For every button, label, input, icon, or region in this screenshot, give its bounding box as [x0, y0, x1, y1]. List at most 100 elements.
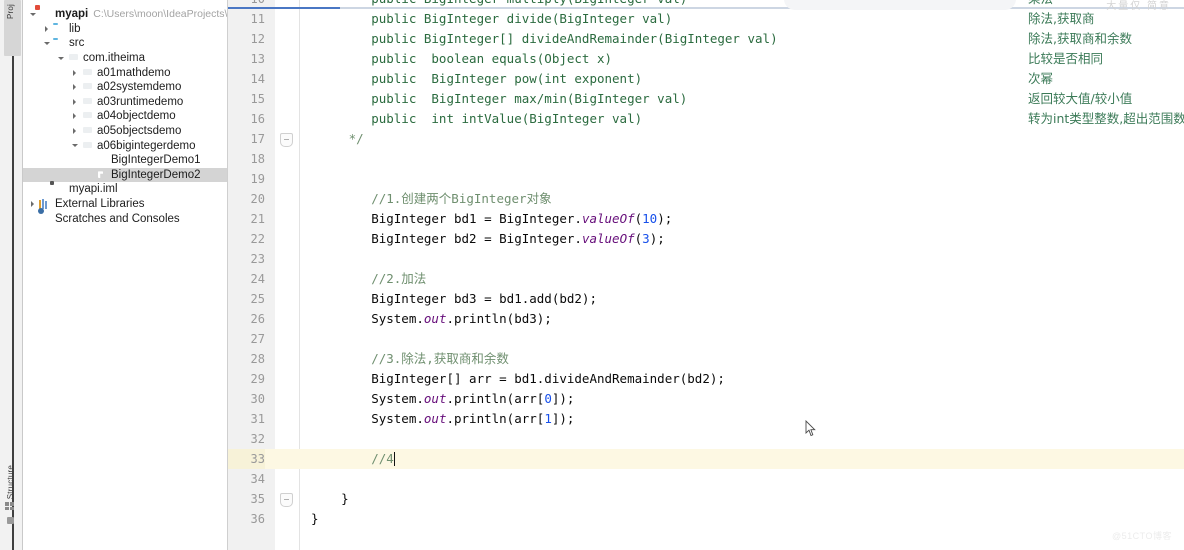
scratches-icon	[39, 213, 52, 224]
tree-item-lib[interactable]: lib	[23, 22, 227, 37]
line-number: 11	[250, 12, 265, 26]
tree-item-a05objectsdemo[interactable]: a05objectsdemo	[23, 124, 227, 139]
code-line-text: System.out.println(arr[1]);	[311, 411, 575, 426]
terminal-icon[interactable]	[7, 517, 14, 524]
package-icon	[81, 67, 94, 78]
tree-item-src[interactable]: src	[23, 36, 227, 51]
code-line[interactable]: 19	[228, 169, 1184, 189]
chevron-right-icon[interactable]	[71, 112, 80, 121]
line-number: 15	[250, 92, 265, 106]
code-line-text: public boolean equals(Object x)	[311, 51, 613, 66]
chevron-down-icon[interactable]	[71, 141, 80, 150]
tree-item-label: myapi.iml	[69, 183, 118, 196]
code-line[interactable]: 33 //4	[228, 449, 1184, 469]
code-line[interactable]: 16 public int intValue(BigInteger val) 转为…	[228, 109, 1184, 129]
line-number: 18	[250, 152, 265, 166]
module-icon	[39, 9, 52, 20]
code-line[interactable]: 22 BigInteger bd2 = BigInteger.valueOf(3…	[228, 229, 1184, 249]
code-line[interactable]: 15 public BigInteger max/min(BigInteger …	[228, 89, 1184, 109]
line-number: 17	[250, 132, 265, 146]
code-line-text: public BigInteger[] divideAndRemainder(B…	[311, 31, 778, 46]
line-number: 28	[250, 352, 265, 366]
code-line[interactable]: 35 }	[228, 489, 1184, 509]
code-line[interactable]: 21 BigInteger bd1 = BigInteger.valueOf(1…	[228, 209, 1184, 229]
package-icon	[81, 126, 94, 137]
code-line-text: //1.创建两个BigInteger对象	[311, 191, 552, 206]
watermark: @51CTO博客	[1112, 531, 1172, 541]
code-editor[interactable]: 10 public BigInteger multiply(BigInteger…	[228, 0, 1184, 550]
code-line-text: //4	[311, 451, 395, 466]
tree-item-external-libraries[interactable]: External Libraries	[23, 197, 227, 212]
line-number: 34	[250, 472, 265, 486]
code-line[interactable]: 36}	[228, 509, 1184, 529]
code-line[interactable]: 27	[228, 329, 1184, 349]
code-line[interactable]: 31 System.out.println(arr[1]);	[228, 409, 1184, 429]
chevron-right-icon[interactable]	[71, 127, 80, 136]
code-line-text: public BigInteger divide(BigInteger val)	[311, 11, 673, 26]
line-number: 31	[250, 412, 265, 426]
tree-item-label: lib	[69, 22, 81, 35]
iml-file-icon	[53, 184, 66, 195]
chevron-right-icon[interactable]	[71, 97, 80, 106]
tree-item-a03runtimedemo[interactable]: a03runtimedemo	[23, 95, 227, 110]
text-caret	[393, 452, 395, 466]
tree-item-scratches-and-consoles[interactable]: Scratches and Consoles	[23, 211, 227, 226]
code-fold-marker[interactable]	[280, 493, 293, 507]
chevron-down-icon[interactable]	[43, 39, 52, 48]
code-line[interactable]: 30 System.out.println(arr[0]);	[228, 389, 1184, 409]
code-line[interactable]: 34	[228, 469, 1184, 489]
tree-item-label: src	[69, 37, 85, 50]
tree-item-a02systemdemo[interactable]: a02systemdemo	[23, 80, 227, 95]
code-line[interactable]: 26 System.out.println(bd3);	[228, 309, 1184, 329]
chevron-right-icon[interactable]	[71, 68, 80, 77]
code-line[interactable]: 14 public BigInteger pow(int exponent) 次幂	[228, 69, 1184, 89]
chevron-down-icon[interactable]	[57, 54, 66, 63]
code-line[interactable]: 25 BigInteger bd3 = bd1.add(bd2);	[228, 289, 1184, 309]
code-line-text: public BigInteger multiply(BigInteger va…	[311, 0, 687, 9]
code-line-annotation: 次幂	[1028, 71, 1054, 86]
tree-item-myapi[interactable]: myapi C:\Users\moon\IdeaProjects\basic-co…	[23, 7, 227, 22]
line-number: 19	[250, 172, 265, 186]
code-lines-container[interactable]: 10 public BigInteger multiply(BigInteger…	[228, 0, 1184, 550]
chevron-down-icon[interactable]	[29, 10, 38, 19]
code-line[interactable]: 23	[228, 249, 1184, 269]
tree-item-myapi-iml[interactable]: myapi.iml	[23, 182, 227, 197]
line-number: 12	[250, 32, 265, 46]
line-number: 16	[250, 112, 265, 126]
code-line[interactable]: 18	[228, 149, 1184, 169]
tree-item-a04objectdemo[interactable]: a04objectdemo	[23, 109, 227, 124]
package-icon	[81, 96, 94, 107]
code-fold-marker[interactable]	[280, 133, 293, 147]
folder-icon	[53, 38, 66, 49]
line-number: 35	[250, 492, 265, 506]
code-line[interactable]: 28 //3.除法,获取商和余数	[228, 349, 1184, 369]
code-line-text: BigInteger bd2 = BigInteger.valueOf(3);	[311, 231, 665, 246]
code-line[interactable]: 29 BigInteger[] arr = bd1.divideAndRemai…	[228, 369, 1184, 389]
chevron-right-icon[interactable]	[29, 200, 38, 209]
chevron-right-icon[interactable]	[71, 83, 80, 92]
tree-item-bigintegerdemo2[interactable]: BigIntegerDemo2	[23, 167, 227, 183]
code-line[interactable]: 20 //1.创建两个BigInteger对象	[228, 189, 1184, 209]
tool-window-button-structure[interactable]: Structure	[0, 465, 21, 524]
tree-item-bigintegerdemo1[interactable]: BigIntegerDemo1	[23, 153, 227, 168]
code-line-text: System.out.println(bd3);	[311, 311, 552, 326]
line-number: 20	[250, 192, 265, 206]
tree-item-a01mathdemo[interactable]: a01mathdemo	[23, 65, 227, 80]
grid-icon	[5, 502, 16, 511]
code-line[interactable]: 11 public BigInteger divide(BigInteger v…	[228, 9, 1184, 29]
code-line-text: System.out.println(arr[0]);	[311, 391, 575, 406]
code-line[interactable]: 17 */	[228, 129, 1184, 149]
chevron-right-icon[interactable]	[43, 24, 52, 33]
code-line[interactable]: 13 public boolean equals(Object x) 比较是否相同	[228, 49, 1184, 69]
java-class-icon	[95, 169, 108, 180]
tree-item-a06bigintegerdemo[interactable]: a06bigintegerdemo	[23, 138, 227, 153]
project-tree[interactable]: myapi C:\Users\moon\IdeaProjects\basic-co…	[23, 0, 227, 226]
code-line[interactable]: 10 public BigInteger multiply(BigInteger…	[228, 0, 1184, 9]
code-line[interactable]: 12 public BigInteger[] divideAndRemainde…	[228, 29, 1184, 49]
code-line-text: BigInteger bd1 = BigInteger.valueOf(10);	[311, 211, 673, 226]
code-line[interactable]: 32	[228, 429, 1184, 449]
tree-item-com-itheima[interactable]: com.itheima	[23, 51, 227, 66]
tool-window-button-project[interactable]: Proj	[0, 0, 21, 56]
code-line[interactable]: 24 //2.加法	[228, 269, 1184, 289]
